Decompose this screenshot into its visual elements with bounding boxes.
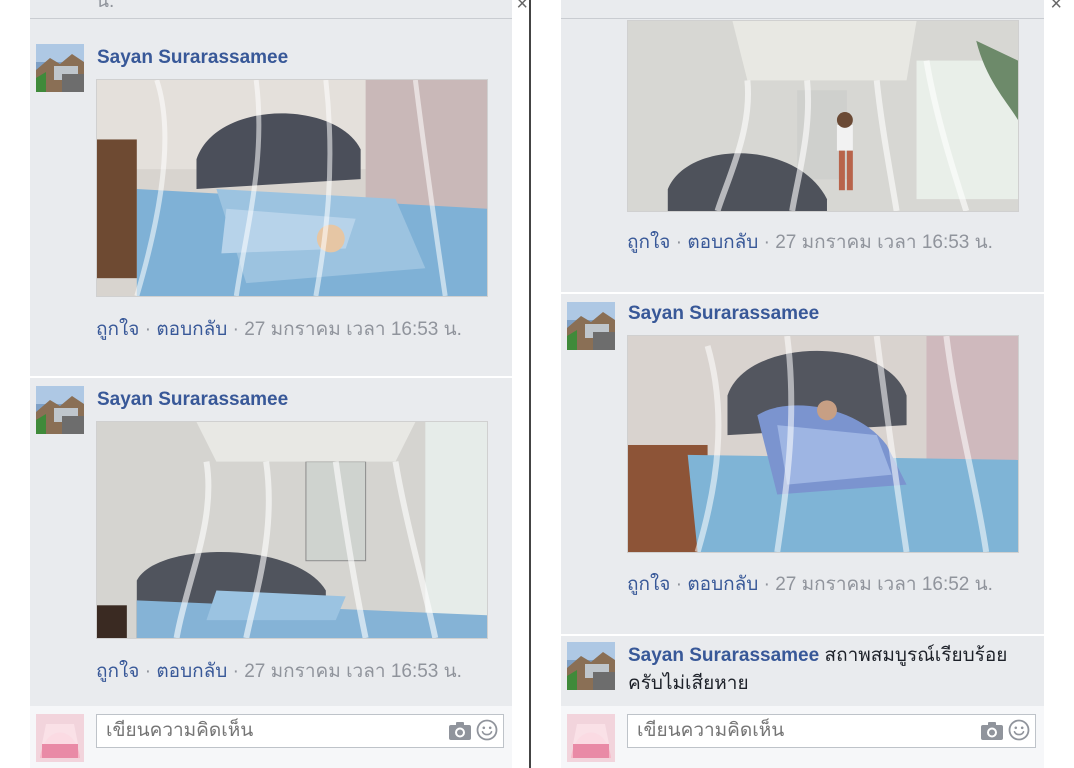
- comment-composer: [30, 706, 512, 768]
- comment-timestamp[interactable]: 27 มกราคม เวลา 16:53 น.: [244, 661, 462, 682]
- avatar[interactable]: [36, 44, 84, 92]
- like-link[interactable]: ถูกใจ: [627, 232, 670, 253]
- comment-thread: น. Sayan Surarassamee ถูกใจ · ตอบกลับ · …: [30, 0, 512, 718]
- comment-item: Sayan Surarassamee ถูกใจ · ตอบกลับ · 27 …: [30, 378, 512, 718]
- comment-body: Sayan Surarassamee สถาพสมบูรณ์เรียบร้อยค…: [628, 642, 1016, 698]
- comment-actions: ถูกใจ · ตอบกลับ · 27 มกราคม เวลา 16:53 น…: [96, 658, 504, 686]
- comment-thread: ถูกใจ · ตอบกลับ · 27 มกราคม เวลา 16:53 น…: [561, 0, 1044, 706]
- comment-timestamp[interactable]: 27 มกราคม เวลา 16:53 น.: [244, 319, 462, 340]
- separator: ·: [675, 232, 683, 253]
- divider: [30, 18, 512, 19]
- comment-actions: ถูกใจ · ตอบกลับ · 27 มกราคม เวลา 16:53 น…: [627, 229, 1036, 257]
- separator: ·: [144, 661, 152, 682]
- comment-header: Sayan Surarassamee: [628, 300, 1034, 328]
- like-link[interactable]: ถูกใจ: [96, 319, 139, 340]
- comment-actions: ถูกใจ · ตอบกลับ · 27 มกราคม เวลา 16:52 น…: [627, 571, 1036, 599]
- comment-photo[interactable]: [96, 421, 488, 639]
- reply-link[interactable]: ตอบกลับ: [687, 232, 758, 253]
- comment-input[interactable]: [96, 714, 504, 748]
- comment-composer: [561, 706, 1044, 768]
- separator: ·: [232, 319, 239, 340]
- separator: ·: [763, 574, 770, 595]
- comment-photo[interactable]: [627, 20, 1019, 212]
- avatar[interactable]: [36, 386, 84, 434]
- comment-author-link[interactable]: Sayan Surarassamee: [97, 47, 288, 68]
- comment-photo[interactable]: [627, 335, 1019, 553]
- reply-link[interactable]: ตอบกลับ: [156, 319, 227, 340]
- close-icon[interactable]: ×: [1050, 0, 1062, 14]
- close-icon[interactable]: ×: [516, 0, 528, 14]
- chat-panel-left: น. Sayan Surarassamee ถูกใจ · ตอบกลับ · …: [0, 0, 530, 768]
- comment-timestamp[interactable]: 27 มกราคม เวลา 16:52 น.: [775, 574, 993, 595]
- comment-item: Sayan Surarassamee สถาพสมบูรณ์เรียบร้อยค…: [561, 636, 1044, 708]
- comment-actions: ถูกใจ · ตอบกลับ · 27 มกราคม เวลา 16:53 น…: [96, 316, 504, 344]
- avatar[interactable]: [567, 302, 615, 350]
- comment-input[interactable]: [627, 714, 1036, 748]
- separator: ·: [763, 232, 770, 253]
- chat-panel-right: ถูกใจ · ตอบกลับ · 27 มกราคม เวลา 16:53 น…: [531, 0, 1074, 768]
- comment-item: ถูกใจ · ตอบกลับ · 27 มกราคม เวลา 16:53 น…: [561, 0, 1044, 294]
- comment-header: Sayan Surarassamee: [97, 44, 502, 72]
- comment-item: Sayan Surarassamee ถูกใจ · ตอบกลับ · 27 …: [561, 294, 1044, 636]
- comment-header: Sayan Surarassamee: [97, 386, 502, 414]
- comment-author-link[interactable]: Sayan Surarassamee: [97, 389, 288, 410]
- reply-link[interactable]: ตอบกลับ: [687, 574, 758, 595]
- comment-author-link[interactable]: Sayan Surarassamee: [628, 303, 819, 324]
- separator: ·: [675, 574, 683, 595]
- camera-icon[interactable]: [448, 721, 472, 741]
- like-link[interactable]: ถูกใจ: [627, 574, 670, 595]
- separator: ·: [144, 319, 152, 340]
- camera-icon[interactable]: [980, 721, 1004, 741]
- reply-link[interactable]: ตอบกลับ: [156, 661, 227, 682]
- comment-author-link[interactable]: Sayan Surarassamee: [628, 645, 819, 666]
- composer-avatar: [567, 714, 615, 762]
- separator: ·: [232, 661, 239, 682]
- avatar[interactable]: [567, 642, 615, 690]
- smiley-icon[interactable]: [476, 719, 498, 741]
- smiley-icon[interactable]: [1008, 719, 1030, 741]
- comment-timestamp-fragment: น.: [96, 0, 115, 12]
- comment-photo[interactable]: [96, 79, 488, 297]
- comment-timestamp[interactable]: 27 มกราคม เวลา 16:53 น.: [775, 232, 993, 253]
- composer-avatar: [36, 714, 84, 762]
- comment-item: Sayan Surarassamee ถูกใจ · ตอบกลับ · 27 …: [30, 36, 512, 378]
- like-link[interactable]: ถูกใจ: [96, 661, 139, 682]
